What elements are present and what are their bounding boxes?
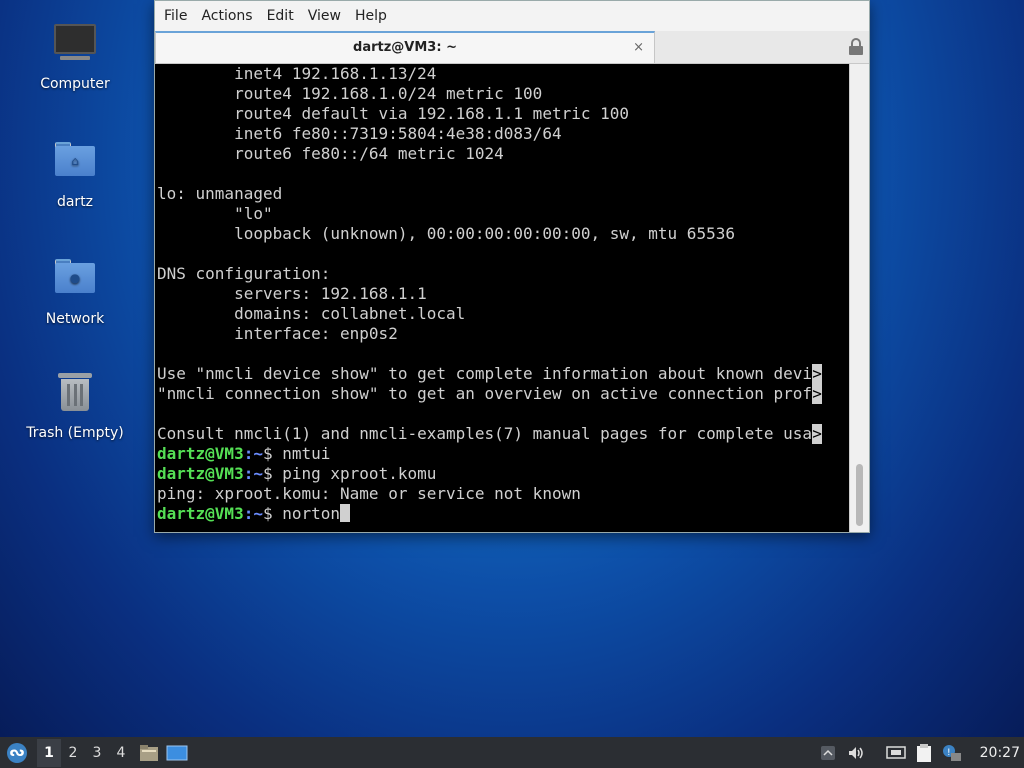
lock-icon[interactable] <box>849 38 863 55</box>
terminal-line-truncated: "nmcli connection show" to get an overvi… <box>157 384 823 404</box>
prompt-path: :~ <box>243 504 263 523</box>
network-folder-icon: ● <box>51 259 99 307</box>
trash-icon <box>51 373 99 421</box>
clock[interactable]: 20:27 <box>980 745 1020 761</box>
terminal-line: inet6 fe80::7319:5804:4e38:d083/64 <box>157 124 562 143</box>
terminal-scrollbar[interactable] <box>849 64 869 532</box>
prompt-line: dartz@VM3:~$ ping xproot.komu <box>157 464 849 484</box>
tray-expand-button[interactable] <box>816 741 840 765</box>
current-input[interactable]: norton <box>282 504 340 523</box>
show-desktop-button[interactable] <box>165 741 189 765</box>
menu-edit[interactable]: Edit <box>261 8 300 24</box>
desktop-icon-computer[interactable]: Computer <box>20 18 130 92</box>
terminal-line: inet4 192.168.1.13/24 <box>157 64 437 83</box>
desktop-icon-label: Network <box>45 311 105 327</box>
prompt-user: dartz@VM3 <box>157 504 244 523</box>
svg-text:!: ! <box>947 748 951 758</box>
lxqt-logo-icon: ᔓ <box>7 742 27 763</box>
clipboard-tray-button[interactable] <box>912 741 936 765</box>
clipboard-icon <box>916 743 931 762</box>
terminal-line-truncated: Consult nmcli(1) and nmcli-examples(7) m… <box>157 424 823 444</box>
terminal-line: route4 default via 192.168.1.1 metric 10… <box>157 104 630 123</box>
workspace-3[interactable]: 3 <box>85 739 109 767</box>
prompt-user: dartz@VM3 <box>157 444 244 463</box>
prompt-line: dartz@VM3:~$ nmtui <box>157 444 849 464</box>
prompt-symbol: $ <box>262 464 283 483</box>
menu-bar: File Actions Edit View Help <box>155 1 869 31</box>
notification-tray-button[interactable]: ! <box>940 741 964 765</box>
text-cursor <box>340 504 351 522</box>
computer-icon <box>51 24 99 72</box>
taskbar: ᔓ 1 2 3 4 ! 20:27 <box>0 737 1024 768</box>
desktop-icon-network[interactable]: ● Network <box>20 251 130 327</box>
volume-icon <box>848 746 863 759</box>
terminal-line-truncated: Use "nmcli device show" to get complete … <box>157 364 823 384</box>
desktop-icon-label: Computer <box>40 76 110 92</box>
menu-help[interactable]: Help <box>349 8 393 24</box>
current-prompt-line[interactable]: dartz@VM3:~$ norton <box>157 504 849 524</box>
terminal-line: route6 fe80::/64 metric 1024 <box>157 144 504 163</box>
truncation-marker: > <box>812 364 823 384</box>
command-text: nmtui <box>282 444 331 463</box>
tab-terminal[interactable]: dartz@VM3: ~ × <box>155 31 655 63</box>
prompt-path: :~ <box>243 464 263 483</box>
command-text: ping xproot.komu <box>282 464 437 483</box>
terminal-line: servers: 192.168.1.1 <box>157 284 427 303</box>
workspace-2[interactable]: 2 <box>61 739 85 767</box>
file-manager-launcher[interactable] <box>137 741 161 765</box>
menu-view[interactable]: View <box>302 8 347 24</box>
terminal-line: "lo" <box>157 204 273 223</box>
terminal-output[interactable]: inet4 192.168.1.13/24 route4 192.168.1.0… <box>155 64 849 532</box>
error-line: ping: xproot.komu: Name or service not k… <box>157 484 581 503</box>
file-manager-icon <box>140 744 158 761</box>
truncation-marker: > <box>812 384 823 404</box>
scrollbar-thumb[interactable] <box>856 464 863 526</box>
start-menu-button[interactable]: ᔓ <box>3 740 31 766</box>
truncation-marker: > <box>812 424 823 444</box>
prompt-path: :~ <box>243 444 263 463</box>
terminal-line: interface: enp0s2 <box>157 324 398 343</box>
prompt-symbol: $ <box>262 444 283 463</box>
prompt-symbol: $ <box>262 504 283 523</box>
menu-file[interactable]: File <box>158 8 193 24</box>
terminal-window[interactable]: File Actions Edit View Help dartz@VM3: ~… <box>154 0 870 533</box>
terminal-line: route4 192.168.1.0/24 metric 100 <box>157 84 543 103</box>
terminal-line: DNS configuration: <box>157 264 331 283</box>
system-tray: ! 20:27 <box>814 737 1024 768</box>
workspace-1[interactable]: 1 <box>37 738 61 767</box>
network-wired-icon <box>885 745 906 759</box>
workspace-4[interactable]: 4 <box>109 739 133 767</box>
desktop-icon-home-folder[interactable]: ⌂ dartz <box>20 134 130 210</box>
tab-title: dartz@VM3: ~ <box>353 40 457 55</box>
volume-button[interactable] <box>844 741 868 765</box>
chevron-up-icon <box>820 745 835 760</box>
desktop-icon-label: Trash (Empty) <box>26 425 124 441</box>
home-folder-icon: ⌂ <box>51 142 99 190</box>
menu-actions[interactable]: Actions <box>195 8 258 24</box>
network-tray-button[interactable] <box>884 741 908 765</box>
tab-bar: dartz@VM3: ~ × <box>155 31 869 64</box>
terminal-line: domains: collabnet.local <box>157 304 466 323</box>
close-tab-icon[interactable]: × <box>633 33 644 62</box>
terminal-line: lo: unmanaged <box>157 184 283 203</box>
desktop-icon-trash[interactable]: Trash (Empty) <box>20 368 130 441</box>
desktop-icon <box>166 745 188 760</box>
terminal-line: loopback (unknown), 00:00:00:00:00:00, s… <box>157 224 735 243</box>
prompt-user: dartz@VM3 <box>157 464 244 483</box>
update-notifier-icon: ! <box>942 744 961 761</box>
desktop-icon-label: dartz <box>56 194 94 210</box>
